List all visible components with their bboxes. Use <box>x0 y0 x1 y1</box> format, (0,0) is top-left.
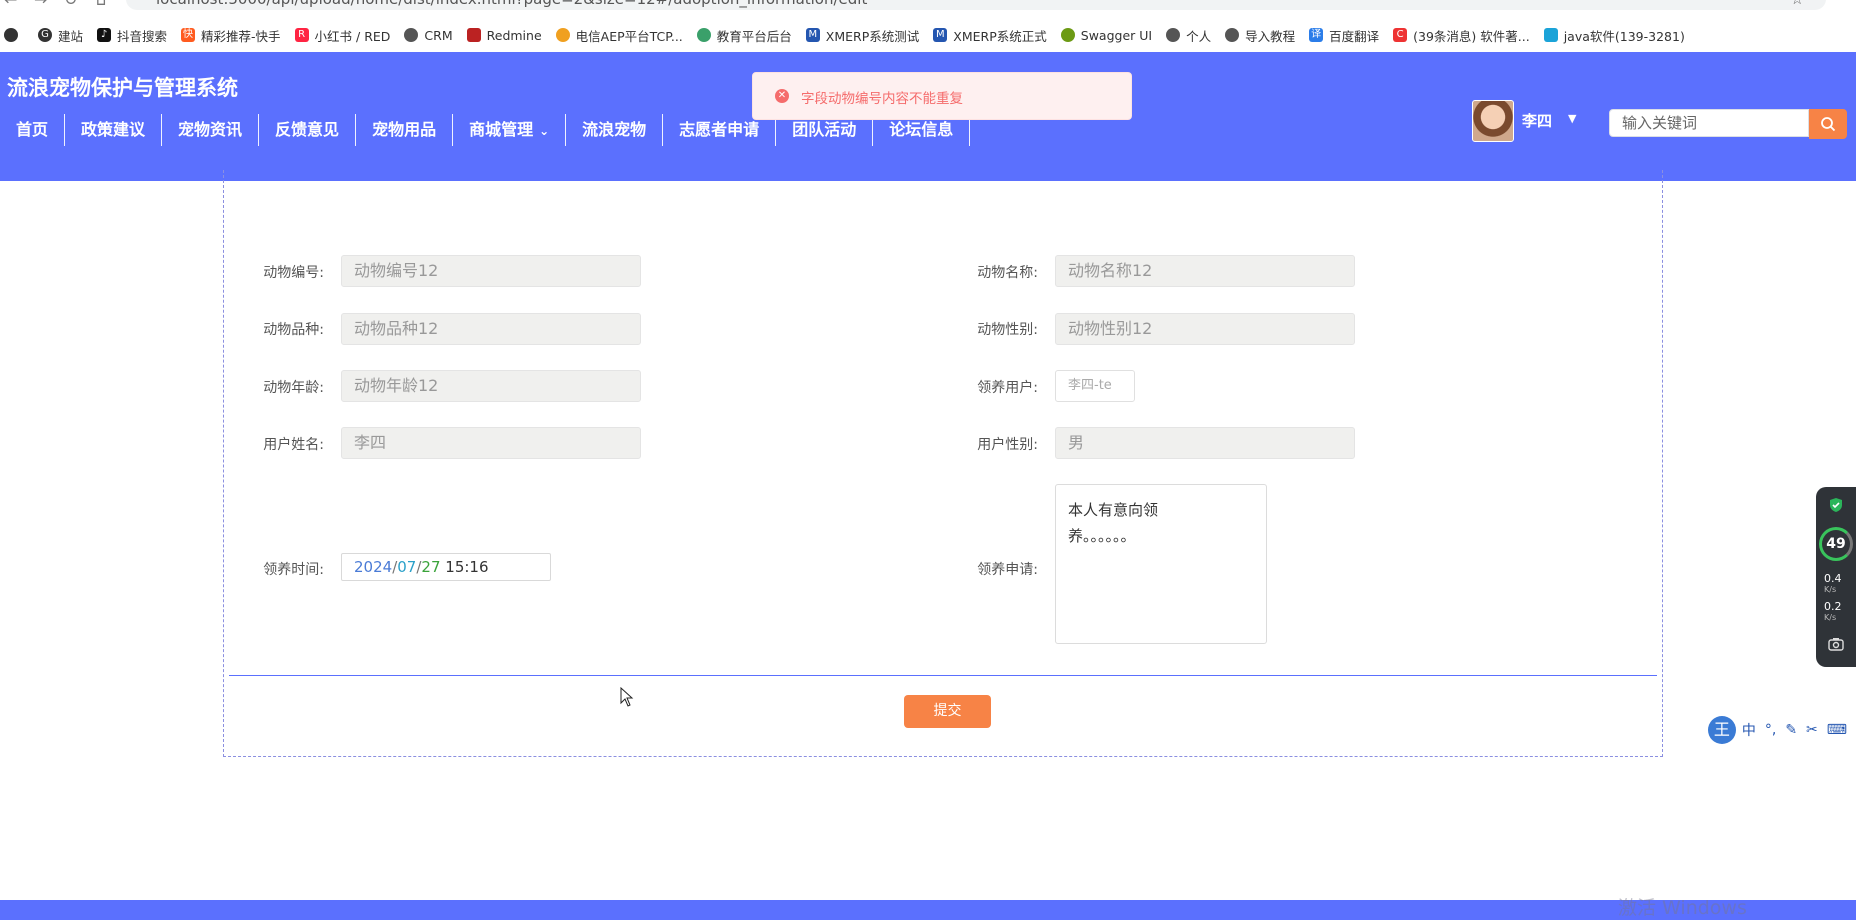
upload-speed: 0.4 K/s <box>1824 572 1842 594</box>
camera-icon <box>1828 638 1844 651</box>
reload-icon[interactable]: ↻ <box>64 0 77 9</box>
menu-item-shop[interactable]: 商城管理 ⌄ <box>453 114 567 146</box>
swagger-icon <box>1060 28 1075 42</box>
menu-item-home[interactable]: 首页 <box>0 114 66 146</box>
ime-logo-icon[interactable]: 王 <box>1708 716 1736 744</box>
animal-breed-input[interactable]: 动物品种12 <box>341 313 641 345</box>
label-application: 领养申请: <box>977 562 1038 578</box>
bookmark-item[interactable]: M XMERP系统正式 <box>933 26 1047 45</box>
menu-item-policy[interactable]: 政策建议 <box>65 114 163 146</box>
globe-icon <box>1225 28 1240 42</box>
bookmark-item[interactable]: M XMERP系统测试 <box>805 26 919 45</box>
vue-icon <box>696 28 711 42</box>
footer-bar <box>0 900 1856 920</box>
chevron-down-icon: ⌄ <box>539 124 550 138</box>
search-input[interactable] <box>1609 109 1809 137</box>
label-user-gender: 用户性别: <box>977 437 1038 453</box>
submit-button[interactable]: 提交 <box>904 695 991 728</box>
aep-icon <box>555 28 570 42</box>
adopter-user-select[interactable]: 李四-te <box>1055 370 1135 402</box>
toast-message: 字段动物编号内容不能重复 <box>801 91 963 107</box>
label-animal-breed: 动物品种: <box>263 322 324 338</box>
ime-punctuation-toggle[interactable]: °, <box>1765 722 1776 738</box>
search-icon <box>1821 117 1836 132</box>
adopt-time-input[interactable]: 2024/07/27 15:16 <box>341 553 551 581</box>
scissors-icon[interactable]: ✂ <box>1806 722 1818 738</box>
user-name-input[interactable]: 李四 <box>341 427 641 459</box>
system-monitor-widget[interactable]: 49 0.4 K/s 0.2 K/s <box>1816 487 1856 667</box>
bookmark-item[interactable]: G 建站 <box>38 26 83 45</box>
forward-icon[interactable]: → <box>34 0 47 9</box>
bookmark-item[interactable]: R 小红书 / RED <box>294 26 390 45</box>
bookmarks-bar: G 建站 ♪ 抖音搜索 快精彩推荐-快手 R 小红书 / RED CRM Redmin… <box>0 22 1856 48</box>
label-animal-age: 动物年龄: <box>263 380 324 396</box>
browser-chrome: ← → ↻ ⌂ localhost:5000/api/upload/home/d… <box>0 0 1856 53</box>
menu-item-pet-supplies[interactable]: 宠物用品 <box>356 114 454 146</box>
avatar[interactable] <box>1472 100 1514 142</box>
csdn-icon: C <box>1393 28 1408 42</box>
bookmark-item[interactable]: Swagger UI <box>1060 28 1152 43</box>
globe-icon <box>1166 28 1181 42</box>
bookmark-item[interactable]: Redmine <box>466 28 542 43</box>
bookmark-item[interactable]: 快精彩推荐-快手 <box>181 26 281 45</box>
home-icon[interactable]: ⌂ <box>96 0 106 9</box>
keyboard-icon[interactable]: ⌨ <box>1827 722 1847 738</box>
bookmark-item[interactable]: 个人 <box>1166 26 1211 45</box>
xmerp-icon: M <box>805 28 820 42</box>
animal-age-input[interactable]: 动物年龄12 <box>341 370 641 402</box>
animal-name-input[interactable]: 动物名称12 <box>1055 255 1355 287</box>
menu-item-feedback[interactable]: 反馈意见 <box>259 114 357 146</box>
bookmark-item[interactable]: ♪ 抖音搜索 <box>97 26 167 45</box>
label-animal-name: 动物名称: <box>977 265 1038 281</box>
search-button[interactable] <box>1809 109 1847 139</box>
bookmark-item[interactable]: C (39条消息) 软件著... <box>1393 26 1530 45</box>
globe-icon <box>404 28 419 42</box>
tiktok-icon: ♪ <box>97 28 112 42</box>
animal-no-input[interactable]: 动物编号12 <box>341 255 641 287</box>
bookmark-item[interactable]: 译百度翻译 <box>1309 26 1379 45</box>
shield-icon <box>1830 498 1842 512</box>
mouse-cursor-icon <box>620 687 634 707</box>
address-row: ← → ↻ ⌂ localhost:5000/api/upload/home/d… <box>0 0 1856 12</box>
label-animal-gender: 动物性别: <box>977 322 1038 338</box>
bookmark-star-icon[interactable]: ☆ <box>1791 0 1804 8</box>
bookmark-item[interactable]: java软件(139-3281) <box>1543 26 1685 45</box>
menu-item-stray-pets[interactable]: 流浪宠物 <box>566 114 664 146</box>
label-user-name: 用户姓名: <box>263 437 324 453</box>
bookmarks-apps-icon[interactable] <box>4 28 24 42</box>
xmerp-icon: M <box>933 28 948 42</box>
pen-icon[interactable]: ✎ <box>1785 722 1797 738</box>
error-toast: ✕ 字段动物编号内容不能重复 <box>752 72 1132 120</box>
red-icon: R <box>294 28 309 42</box>
bookmark-item[interactable]: 教育平台后台 <box>696 26 792 45</box>
form-divider <box>229 675 1657 676</box>
error-icon: ✕ <box>775 89 789 103</box>
application-textarea[interactable]: 本人有意向领 养。。。。。。 <box>1055 484 1267 644</box>
bookmark-item[interactable]: 电信AEP平台TCP... <box>555 26 683 45</box>
user-gender-input[interactable]: 男 <box>1055 427 1355 459</box>
globe-icon: G <box>38 28 52 42</box>
download-speed: 0.2 K/s <box>1824 600 1842 622</box>
bookmark-item[interactable]: CRM <box>404 28 453 43</box>
kuaishou-icon: 快 <box>181 28 196 42</box>
label-adopter-user: 领养用户: <box>977 380 1038 396</box>
translate-icon: 译 <box>1309 28 1324 42</box>
ime-chinese-toggle[interactable]: 中 <box>1742 720 1756 740</box>
url-text: localhost:5000/api/upload/home/dist/inde… <box>156 0 867 8</box>
usage-ring: 49 <box>1819 527 1853 561</box>
address-bar[interactable]: localhost:5000/api/upload/home/dist/inde… <box>126 0 1826 10</box>
windows-activation-watermark: 激活 Windows <box>1618 897 1747 919</box>
caret-down-icon[interactable]: ▼ <box>1568 112 1576 125</box>
back-icon[interactable]: ← <box>4 0 17 9</box>
animal-gender-input[interactable]: 动物性别12 <box>1055 313 1355 345</box>
ime-toolbar: 王 中 °, ✎ ✂ ⌨ <box>1708 716 1856 744</box>
bookmark-item[interactable]: 导入教程 <box>1225 26 1295 45</box>
menu-item-pet-news[interactable]: 宠物资讯 <box>162 114 260 146</box>
bilibili-icon <box>1543 28 1558 42</box>
label-animal-no: 动物编号: <box>263 265 324 281</box>
label-adopt-time: 领养时间: <box>263 562 324 578</box>
site-title: 流浪宠物保护与管理系统 <box>7 76 238 100</box>
user-name[interactable]: 李四 <box>1522 110 1552 131</box>
redmine-icon <box>466 28 481 42</box>
